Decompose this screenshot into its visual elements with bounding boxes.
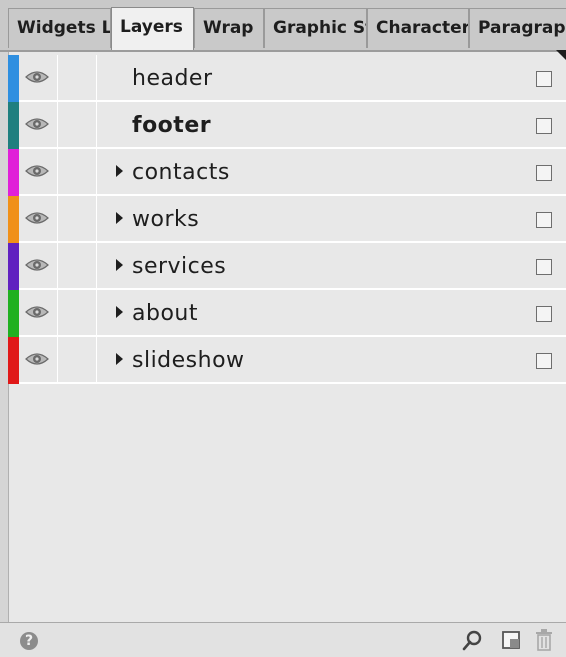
tab-wrap[interactable]: Wrap	[194, 8, 264, 48]
layer-name[interactable]: slideshow	[132, 337, 245, 384]
layer-row-services[interactable]: services	[8, 243, 566, 290]
eye-icon	[25, 165, 49, 177]
eye-icon	[25, 212, 49, 224]
eye-icon	[25, 71, 49, 83]
expand-arrow-icon[interactable]	[116, 212, 123, 224]
panel-footer: ?	[0, 622, 566, 657]
layer-name[interactable]: contacts	[132, 149, 230, 196]
layer-color-swatch	[8, 102, 19, 149]
tab-paragraph[interactable]: Paragraph	[469, 8, 566, 48]
layer-select-checkbox[interactable]	[536, 212, 552, 228]
layer-color-swatch	[8, 290, 19, 337]
eye-icon	[25, 306, 49, 318]
layer-select-checkbox[interactable]	[536, 165, 552, 181]
lock-toggle[interactable]	[58, 102, 97, 147]
eye-icon	[25, 259, 49, 271]
tab-graphic-styles[interactable]: Graphic Styles	[264, 8, 367, 48]
expand-arrow-icon[interactable]	[116, 165, 123, 177]
tab-widgets-library[interactable]: Widgets Library	[8, 8, 111, 48]
layer-list: header footer contacts works services about sl…	[8, 55, 566, 384]
visibility-toggle[interactable]	[19, 55, 58, 100]
new-layer-icon[interactable]	[500, 629, 522, 651]
layer-row-contacts[interactable]: contacts	[8, 149, 566, 196]
panel-tab-bar: Widgets Library Layers Wrap Graphic Styl…	[0, 0, 566, 52]
trash-icon[interactable]	[533, 628, 555, 652]
eye-icon	[25, 118, 49, 130]
lock-toggle[interactable]	[58, 290, 97, 335]
layer-color-swatch	[8, 55, 19, 102]
layer-select-checkbox[interactable]	[536, 306, 552, 322]
layer-name[interactable]: about	[132, 290, 198, 337]
visibility-toggle[interactable]	[19, 243, 58, 288]
layer-name[interactable]: works	[132, 196, 199, 243]
expand-arrow-icon[interactable]	[116, 259, 123, 271]
layer-select-checkbox[interactable]	[536, 118, 552, 134]
layer-color-swatch	[8, 243, 19, 290]
layer-row-header[interactable]: header	[8, 55, 566, 102]
lock-toggle[interactable]	[58, 55, 97, 100]
expand-arrow-icon[interactable]	[116, 306, 123, 318]
expand-arrow-icon[interactable]	[116, 353, 123, 365]
layer-select-checkbox[interactable]	[536, 353, 552, 369]
visibility-toggle[interactable]	[19, 290, 58, 335]
help-icon[interactable]: ?	[20, 632, 38, 650]
layer-color-swatch	[8, 196, 19, 243]
layer-name[interactable]: header	[132, 55, 213, 102]
layer-select-checkbox[interactable]	[536, 259, 552, 275]
eye-icon	[25, 353, 49, 365]
layer-name[interactable]: footer	[132, 102, 211, 149]
layer-select-checkbox[interactable]	[536, 71, 552, 87]
lock-toggle[interactable]	[58, 243, 97, 288]
layer-row-footer[interactable]: footer	[8, 102, 566, 149]
visibility-toggle[interactable]	[19, 149, 58, 194]
layer-row-about[interactable]: about	[8, 290, 566, 337]
layer-color-swatch	[8, 337, 19, 384]
lock-toggle[interactable]	[58, 149, 97, 194]
search-icon[interactable]	[462, 629, 484, 651]
panel-menu-corner-icon[interactable]	[556, 50, 566, 60]
layer-row-works[interactable]: works	[8, 196, 566, 243]
layers-panel: Widgets Library Layers Wrap Graphic Styl…	[0, 0, 566, 657]
lock-toggle[interactable]	[58, 196, 97, 241]
layer-name[interactable]: services	[132, 243, 226, 290]
tab-layers[interactable]: Layers	[111, 7, 194, 50]
visibility-toggle[interactable]	[19, 196, 58, 241]
lock-toggle[interactable]	[58, 337, 97, 382]
layer-row-slideshow[interactable]: slideshow	[8, 337, 566, 384]
visibility-toggle[interactable]	[19, 337, 58, 382]
tab-character[interactable]: Character	[367, 8, 469, 48]
visibility-toggle[interactable]	[19, 102, 58, 147]
layer-color-swatch	[8, 149, 19, 196]
